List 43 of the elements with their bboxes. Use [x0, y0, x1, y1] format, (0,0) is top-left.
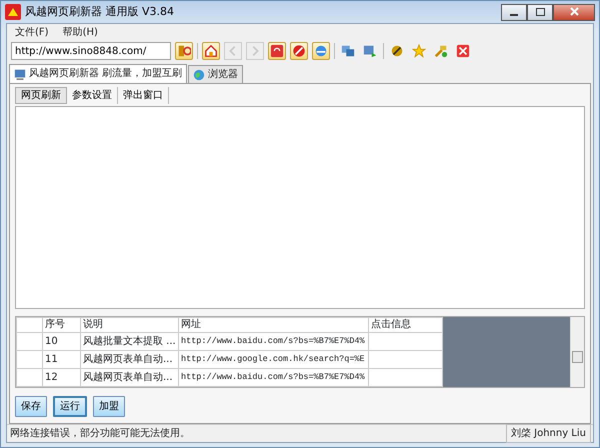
tab[interactable]: 网页刷新 — [15, 87, 67, 104]
close-icon[interactable] — [454, 42, 472, 60]
table-cell: 11 — [42, 350, 80, 368]
tab[interactable]: 浏览器 — [188, 65, 244, 83]
table-cell: 风越网页表单自动... — [80, 368, 178, 386]
action-button[interactable]: 加盟 — [93, 396, 125, 417]
action-button[interactable]: 运行 — [53, 396, 87, 417]
table-cell: 风越网页表单自动... — [80, 350, 178, 368]
table-cell: http://www.baidu.com/s?bs=%B7%E7%D4% — [178, 332, 368, 350]
globe-icon — [193, 68, 206, 80]
tab[interactable]: 弹出窗口 — [118, 87, 169, 104]
table-cell: 10 — [42, 332, 80, 350]
close-button[interactable] — [553, 4, 595, 20]
minimize-icon — [510, 14, 518, 16]
close-icon — [570, 7, 578, 16]
refresh-icon[interactable] — [268, 42, 286, 60]
tab[interactable]: 风越网页刷新器 刷流量，加盟互刷 — [9, 64, 188, 83]
tab[interactable]: 参数设置 — [67, 87, 118, 104]
address-field[interactable]: http://www.sino8848.com/ — [11, 42, 171, 60]
table-cell: 12 — [42, 368, 80, 386]
action-button[interactable]: 保存 — [15, 396, 47, 417]
maximize-button[interactable] — [527, 4, 553, 20]
scrollbar-thumb[interactable] — [572, 351, 583, 363]
maximize-icon — [536, 8, 544, 16]
column-header: 序号 — [42, 318, 80, 332]
column-header: 说明 — [80, 318, 178, 332]
home-icon[interactable] — [202, 42, 220, 60]
column-header: 网址 — [178, 318, 368, 332]
minimize-button[interactable] — [501, 4, 527, 20]
monitor-icon — [14, 68, 26, 80]
menu-item[interactable]: 帮助(H) — [62, 25, 98, 39]
app-logo-icon — [5, 4, 21, 20]
table-cell: 风越批量文本提取 ... — [80, 332, 178, 350]
menu-item[interactable]: 文件(F) — [15, 25, 49, 39]
table-cell: http://www.google.com.hk/search?q=%E — [178, 350, 368, 368]
status-author: 刘棨 Johnny Liu — [506, 424, 591, 443]
star-icon[interactable] — [410, 42, 428, 60]
stop-icon[interactable] — [290, 42, 308, 60]
window-title: 风越网页刷新器 通用版 V3.84 — [25, 4, 174, 20]
status-message: 网络连接错误，部分功能可能无法使用。 — [9, 426, 191, 441]
globe-icon[interactable] — [312, 42, 330, 60]
table-cell: http://www.baidu.com/s?bs=%B7%E7%D4% — [178, 368, 368, 386]
column-header: 点击信息 — [368, 318, 442, 332]
